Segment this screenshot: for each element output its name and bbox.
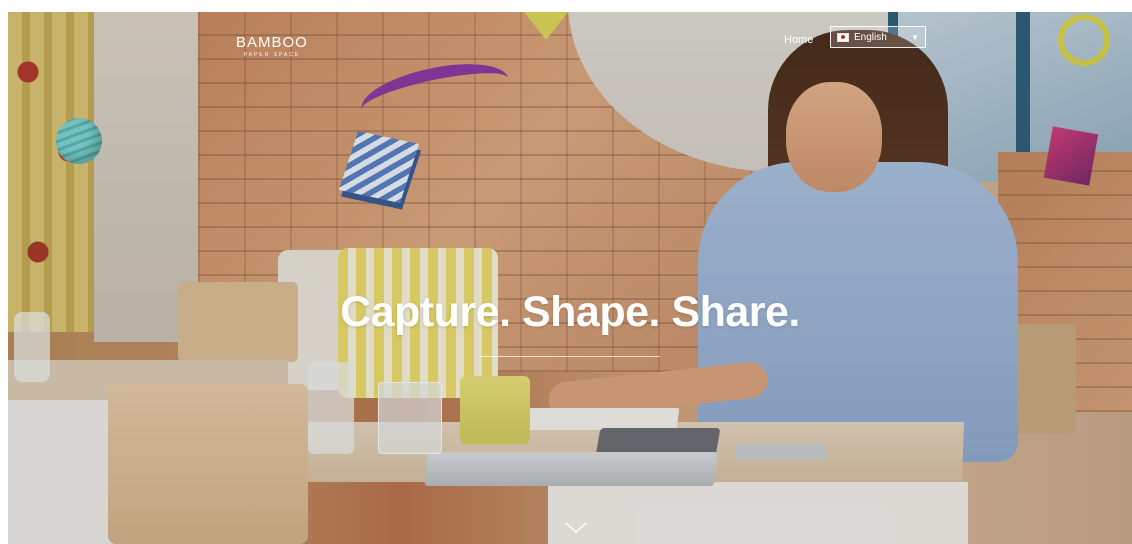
logo[interactable]: BAMBOO PAPER SPACE <box>236 34 308 58</box>
hero-title: Capture. Shape. Share. <box>340 288 800 336</box>
chevron-down-icon: ▼ <box>911 32 919 42</box>
language-select[interactable]: English ▼ <box>830 26 926 48</box>
language-label: English <box>854 31 887 43</box>
logo-tagline: PAPER SPACE <box>243 52 301 58</box>
divider <box>480 356 660 357</box>
logo-word: BAMBOO <box>236 34 308 51</box>
overlay <box>8 12 1132 544</box>
japan-flag-icon <box>837 32 849 42</box>
chevron-down-icon <box>565 522 587 534</box>
scroll-down-button[interactable] <box>564 520 588 536</box>
nav-home-link[interactable]: Home <box>784 34 813 46</box>
hero-background: BAMBOO PAPER SPACE Home English ▼ Captur… <box>8 12 1132 544</box>
